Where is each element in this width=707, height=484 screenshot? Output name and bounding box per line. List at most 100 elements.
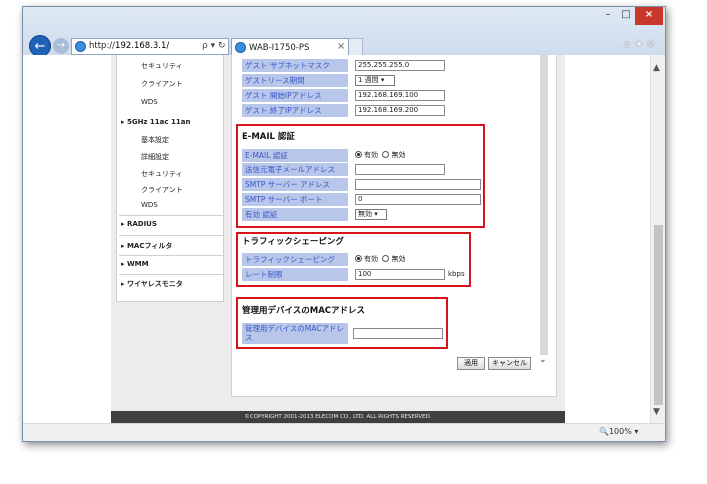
minimize-button[interactable]: –: [599, 7, 617, 25]
sidebar-item-macfilter[interactable]: ▸ MACフィルタ: [121, 241, 172, 251]
sidebar-item-security-24[interactable]: セキュリティ: [141, 61, 183, 71]
back-arrow-icon: ←: [34, 39, 46, 54]
gear-icon[interactable]: ⚙: [645, 39, 657, 50]
sidebar: セキュリティ クライアント WDS ▸ 5GHz 11ac 11an 基本設定 …: [116, 55, 224, 302]
scroll-down-icon[interactable]: ▼: [653, 407, 660, 417]
row-rate-limit: レート制限 100 kbps: [242, 268, 468, 281]
new-tab-button[interactable]: [349, 38, 363, 56]
row-guest-subnet: ゲスト サブネットマスク 255.255.255.0: [242, 59, 552, 72]
url-scheme: http://: [89, 41, 116, 51]
ie-page-icon: [75, 41, 86, 52]
row-traffic-shaping: トラフィックシェーピング 有効 無効: [242, 253, 468, 266]
url-host: 192.168.3.1/: [115, 41, 170, 51]
tab-close-icon[interactable]: ×: [337, 39, 345, 55]
row-smtp-port: SMTP サーバー ポート 0: [242, 193, 482, 206]
sidebar-divider: [119, 274, 223, 275]
maximize-button[interactable]: □: [617, 7, 635, 25]
sidebar-item-client-24[interactable]: クライアント: [141, 79, 183, 89]
rate-limit-input[interactable]: 100: [355, 269, 445, 280]
sidebar-item-wmm[interactable]: ▸ WMM: [121, 260, 149, 268]
sidebar-divider: [119, 215, 223, 216]
sidebar-divider: [119, 235, 223, 236]
sidebar-divider: [119, 255, 223, 256]
sidebar-item-wds-24[interactable]: WDS: [141, 98, 158, 106]
forward-button[interactable]: →: [53, 38, 69, 54]
sidebar-item-wds-5[interactable]: WDS: [141, 201, 158, 209]
email-auth-on-label: 有効: [364, 151, 378, 159]
sidebar-item-wireless-monitor[interactable]: ▸ ワイヤレスモニタ: [121, 279, 183, 289]
home-icon[interactable]: ⌂: [621, 39, 633, 50]
label-traffic-shaping: トラフィックシェーピング: [242, 253, 348, 266]
close-button[interactable]: ×: [635, 7, 663, 25]
guest-subnet-input[interactable]: 255.255.255.0: [355, 60, 445, 71]
label-guest-start: ゲスト 開始IPアドレス: [242, 89, 348, 102]
page-viewport: セキュリティ クライアント WDS ▸ 5GHz 11ac 11an 基本設定 …: [23, 55, 650, 423]
zoom-control[interactable]: 🔍100% ▾: [599, 427, 638, 436]
tab-wab[interactable]: WAB-I1750-PS ×: [231, 38, 349, 56]
traffic-on-radio[interactable]: [355, 255, 362, 262]
email-auth-radios: 有効 無効: [355, 150, 405, 161]
traffic-off-label: 無効: [391, 255, 406, 263]
magnifier-icon: 🔍: [599, 427, 609, 436]
sidebar-item-radius[interactable]: ▸ RADIUS: [121, 220, 157, 228]
title-bar: – □ × ← → http://192.168.3.1/ ρ ▾ ↻ WAB-…: [23, 7, 665, 57]
traffic-section-title: トラフィックシェーピング: [242, 237, 344, 247]
label-rate-limit: レート制限: [242, 268, 348, 281]
label-email-auth: E-MAIL 認証: [242, 149, 348, 162]
forward-arrow-icon: →: [56, 40, 66, 51]
label-smtp-port: SMTP サーバー ポート: [242, 193, 348, 206]
row-sender-email: 送信元電子メールアドレス: [242, 163, 482, 176]
mgmt-mac-input[interactable]: [353, 328, 443, 339]
mgmt-section-title: 管理用デバイスのMACアドレス: [242, 306, 366, 316]
row-guest-start: ゲスト 開始IPアドレス 192.168.169.100: [242, 89, 552, 102]
zoom-level: 100%: [608, 427, 632, 436]
smtp-port-input[interactable]: 0: [355, 194, 481, 205]
sidebar-item-basic[interactable]: 基本設定: [141, 135, 169, 145]
scroll-up-icon[interactable]: ▲: [653, 63, 660, 73]
label-guest-subnet: ゲスト サブネットマスク: [242, 59, 348, 72]
tab-title: WAB-I1750-PS: [249, 43, 310, 53]
guest-lease-select[interactable]: 1 週間 ▾: [355, 75, 395, 86]
page-scrollbar[interactable]: ▲ ▼: [650, 55, 665, 423]
traffic-on-label: 有効: [364, 255, 378, 263]
guest-start-input[interactable]: 192.168.169.100: [355, 90, 445, 101]
traffic-off-radio[interactable]: [382, 255, 390, 262]
label-enable-auth: 有効 認証: [242, 208, 348, 221]
email-section-title: E-MAIL 認証: [242, 132, 295, 142]
back-button[interactable]: ←: [29, 35, 51, 57]
sidebar-item-5ghz[interactable]: ▸ 5GHz 11ac 11an: [121, 118, 190, 126]
row-email-auth: E-MAIL 認証 有効 無効: [242, 149, 482, 162]
email-auth-off-label: 無効: [391, 151, 406, 159]
row-enable-auth: 有効 認証 無効 ▾: [242, 208, 482, 221]
sidebar-item-security-5[interactable]: セキュリティ: [141, 169, 183, 179]
row-guest-lease: ゲストリース期間 1 週間 ▾: [242, 74, 552, 87]
traffic-shaping-radios: 有効 無効: [355, 254, 405, 265]
toolbar-icons: ⌂ ★ ⚙: [621, 39, 657, 50]
apply-button[interactable]: 適用: [457, 357, 485, 370]
guest-end-input[interactable]: 192.168.169.200: [355, 105, 445, 116]
sender-email-input[interactable]: [355, 164, 445, 175]
browser-window: – □ × ← → http://192.168.3.1/ ρ ▾ ↻ WAB-…: [22, 6, 666, 442]
address-bar[interactable]: http://192.168.3.1/ ρ ▾ ↻: [71, 38, 229, 55]
sidebar-item-client-5[interactable]: クライアント: [141, 185, 183, 195]
label-guest-lease: ゲストリース期間: [242, 74, 348, 87]
smtp-address-input[interactable]: [355, 179, 481, 190]
label-guest-end: ゲスト 終了IPアドレス: [242, 104, 348, 117]
status-bar: 🔍100% ▾: [23, 423, 665, 441]
copyright-footer: ©COPYRIGHT 2001-2013 ELECOM CO., LTD. AL…: [111, 411, 565, 423]
cancel-button[interactable]: キャンセル: [488, 357, 531, 370]
sidebar-item-advanced[interactable]: 詳細設定: [141, 152, 169, 162]
address-url: http://192.168.3.1/: [89, 39, 169, 54]
chevron-down-icon[interactable]: ⌄: [539, 355, 547, 365]
row-guest-end: ゲスト 終了IPアドレス 192.168.169.200: [242, 104, 552, 117]
enable-auth-select[interactable]: 無効 ▾: [355, 209, 387, 220]
email-auth-on-radio[interactable]: [355, 151, 362, 158]
label-mgmt-mac: 管理用デバイスのMACアドレス: [242, 323, 348, 344]
ie-tab-icon: [235, 42, 246, 53]
email-auth-off-radio[interactable]: [382, 151, 390, 158]
address-controls[interactable]: ρ ▾ ↻: [202, 39, 226, 54]
scroll-thumb[interactable]: [654, 225, 663, 405]
row-mgmt-mac: 管理用デバイスのMACアドレス: [242, 323, 446, 344]
star-icon[interactable]: ★: [633, 39, 645, 50]
label-sender-email: 送信元電子メールアドレス: [242, 163, 348, 176]
